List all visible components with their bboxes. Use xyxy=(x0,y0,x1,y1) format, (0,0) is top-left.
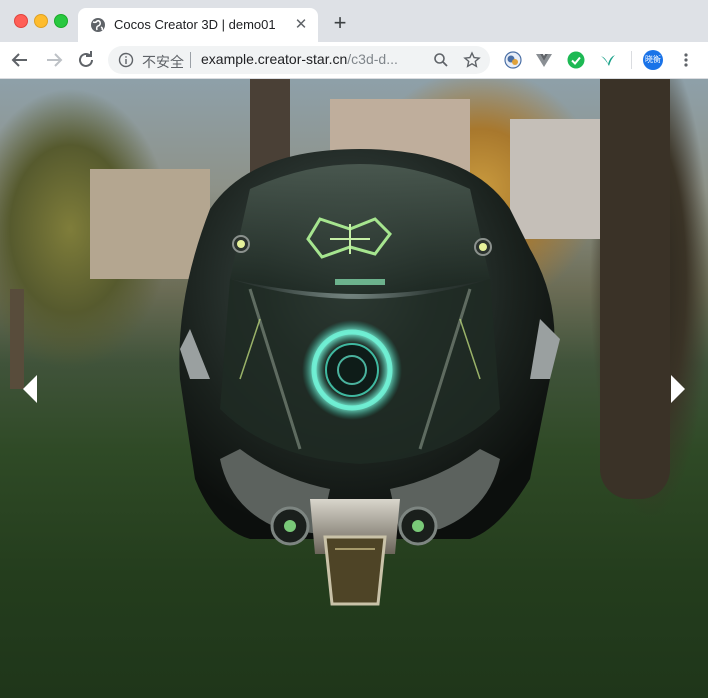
profile-avatar-label: 晓衡 xyxy=(645,55,661,64)
omnibox-divider xyxy=(190,52,191,68)
tab-title: Cocos Creator 3D | demo01 xyxy=(114,17,276,32)
address-bar[interactable]: 不安全 example.creator-star.cn/c3d-d... xyxy=(108,46,490,74)
window-maximize-button[interactable] xyxy=(54,14,68,28)
next-arrow-icon[interactable] xyxy=(668,374,688,404)
back-arrow-icon[interactable] xyxy=(8,48,32,72)
extension-check-icon[interactable] xyxy=(567,51,585,69)
extension-vue-icon[interactable] xyxy=(535,51,553,69)
menu-kebab-icon[interactable] xyxy=(677,51,695,69)
new-tab-button[interactable]: + xyxy=(328,12,352,36)
reload-icon[interactable] xyxy=(74,48,98,72)
extension-bird-icon[interactable] xyxy=(599,51,617,69)
url-host: example.creator-star.cn xyxy=(201,51,348,67)
url-path: /c3d-d... xyxy=(347,51,398,67)
previous-arrow-icon[interactable] xyxy=(20,374,40,404)
browser-toolbar: 不安全 example.creator-star.cn/c3d-d... 晓衡 xyxy=(0,42,708,79)
forward-arrow-icon[interactable] xyxy=(42,48,66,72)
webgl-canvas[interactable] xyxy=(0,79,708,698)
extension-globe-icon[interactable] xyxy=(504,51,522,69)
tab-strip: Cocos Creator 3D | demo01 ✕ + xyxy=(0,0,708,42)
zoom-icon[interactable] xyxy=(433,52,449,68)
active-tab[interactable]: Cocos Creator 3D | demo01 ✕ xyxy=(78,8,318,42)
globe-icon xyxy=(91,18,105,32)
url-text[interactable]: example.creator-star.cn/c3d-d... xyxy=(201,51,426,67)
window-close-button[interactable] xyxy=(14,14,28,28)
window-minimize-button[interactable] xyxy=(34,14,48,28)
helmet-model xyxy=(179,149,560,606)
tab-close-icon[interactable]: ✕ xyxy=(292,16,310,34)
security-status-label[interactable]: 不安全 xyxy=(142,52,184,72)
info-icon[interactable] xyxy=(118,52,134,68)
bookmark-star-icon[interactable] xyxy=(463,51,481,69)
helmet-visor xyxy=(230,164,490,294)
toolbar-divider xyxy=(631,51,632,69)
profile-avatar[interactable]: 晓衡 xyxy=(643,50,663,70)
